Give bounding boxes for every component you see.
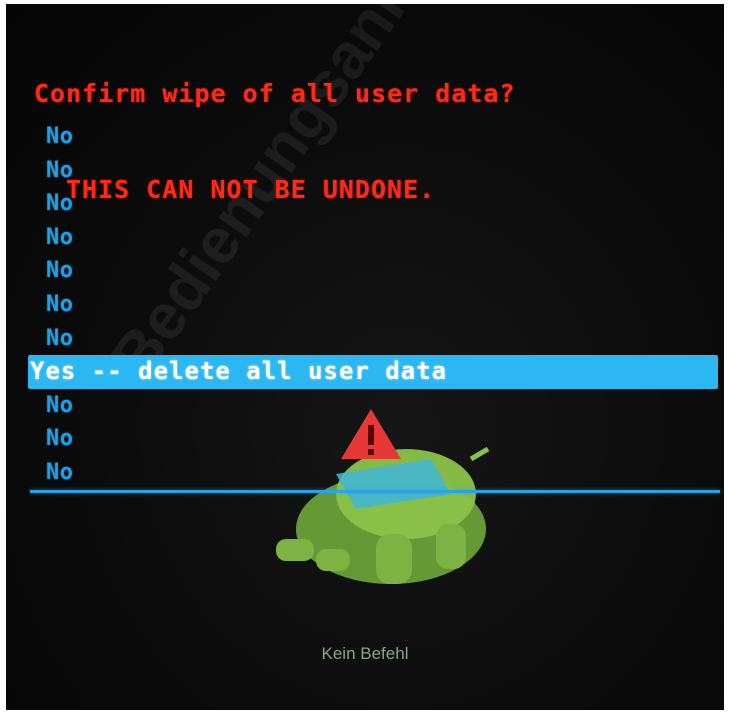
- menu-item-no[interactable]: No: [6, 456, 724, 490]
- confirm-title: Confirm wipe of all user data?: [34, 79, 516, 108]
- menu-item-no[interactable]: No: [6, 120, 724, 154]
- menu-item-no[interactable]: No: [6, 187, 724, 221]
- status-text: Kein Befehl: [321, 644, 409, 663]
- menu-item-no[interactable]: No: [6, 422, 724, 456]
- menu-divider: [30, 490, 720, 493]
- menu-item-yes-delete-all[interactable]: Yes -- delete all user data: [28, 355, 718, 389]
- menu-item-no[interactable]: No: [6, 322, 724, 356]
- recovery-screen: Bedienungsanleitung24.de Confirm wipe of…: [6, 4, 724, 710]
- menu-item-no[interactable]: No: [6, 154, 724, 188]
- menu-item-no[interactable]: No: [6, 389, 724, 423]
- recovery-menu: No No No No No No No Yes -- delete all u…: [6, 120, 724, 490]
- menu-item-no[interactable]: No: [6, 288, 724, 322]
- menu-item-no[interactable]: No: [6, 221, 724, 255]
- menu-item-no[interactable]: No: [6, 254, 724, 288]
- selected-item-label: Yes -- delete all user data: [30, 357, 448, 386]
